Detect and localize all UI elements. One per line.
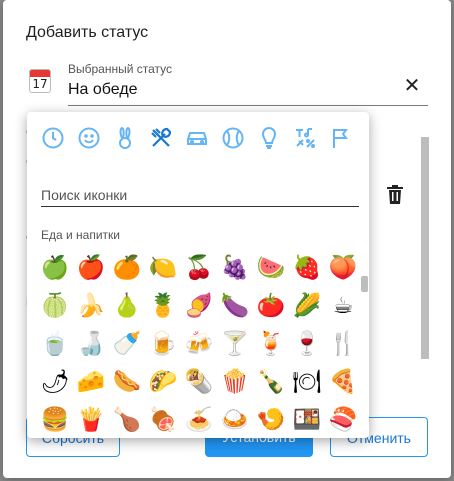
grapes-emoji[interactable]: 🍇 [217,249,253,287]
dialog-scrollbar[interactable] [421,137,429,359]
clock-icon[interactable] [41,126,65,150]
emoji-row: 🌶 🧀 🌭 🌮 🌯 🍿 🍾 🍽 🍕 [37,363,361,401]
plate-cutlery-emoji[interactable]: 🍽 [289,363,325,401]
cocktail-emoji[interactable]: 🍸 [217,325,253,363]
popcorn-emoji[interactable]: 🍿 [217,363,253,401]
strawberry-emoji[interactable]: 🍓 [289,249,325,287]
taco-emoji[interactable]: 🌮 [145,363,181,401]
icon-search-input[interactable] [41,183,359,207]
eggplant-emoji[interactable]: 🍆 [217,287,253,325]
burrito-emoji[interactable]: 🌯 [181,363,217,401]
hot-dog-emoji[interactable]: 🌭 [109,363,145,401]
pineapple-emoji[interactable]: 🍍 [145,287,181,325]
clear-status-button[interactable]: ✕ [402,74,422,96]
tangerine-emoji[interactable]: 🍊 [109,249,145,287]
status-field-label: Выбранный статус [68,62,173,76]
bento-emoji[interactable]: 🍱 [289,401,325,438]
sake-emoji[interactable]: 🍶 [73,325,109,363]
fork-knife-icon[interactable] [149,126,173,150]
pear-emoji[interactable]: 🍐 [109,287,145,325]
emoji-row: 🍏 🍎 🍊 🍋 🍒 🍇 🍉 🍓 🍑 [37,249,361,287]
calendar-day: 17 [32,77,48,91]
category-bar [27,122,369,154]
curry-emoji[interactable]: 🍛 [217,401,253,438]
sweet-potato-emoji[interactable]: 🍠 [181,287,217,325]
watermelon-emoji[interactable]: 🍉 [253,249,289,287]
fork-knife-emoji[interactable]: 🍴 [325,325,361,363]
emoji-row: 🍔 🍟 🍗 🍖 🍝 🍛 🍤 🍱 🍣 [37,401,361,438]
emoji-grid: 🍏 🍎 🍊 🍋 🍒 🍇 🍉 🍓 🍑 🍈 🍌 🍐 🍍 🍠 🍆 🍅 🌽 ☕ 🍵 🍶 … [37,249,361,438]
green-apple-emoji[interactable]: 🍏 [37,249,73,287]
meat-bone-emoji[interactable]: 🍖 [145,401,181,438]
corn-emoji[interactable]: 🌽 [289,287,325,325]
flag-icon[interactable] [329,126,353,150]
tomato-emoji[interactable]: 🍅 [253,287,289,325]
category-section-title: Еда и напитки [41,228,121,242]
beer-emoji[interactable]: 🍺 [145,325,181,363]
baby-bottle-emoji[interactable]: 🍼 [109,325,145,363]
smiley-icon[interactable] [77,126,101,150]
sushi-emoji[interactable]: 🍣 [325,401,361,438]
calendar-icon[interactable]: 17 [29,69,51,93]
dialog-title: Добавить статус [26,24,149,41]
wine-glass-emoji[interactable]: 🍷 [289,325,325,363]
rabbit-icon[interactable] [113,126,137,150]
symbols-icon[interactable] [293,126,317,150]
emoji-row: 🍵 🍶 🍼 🍺 🍻 🍸 🍹 🍷 🍴 [37,325,361,363]
poultry-leg-emoji[interactable]: 🍗 [109,401,145,438]
fries-emoji[interactable]: 🍟 [73,401,109,438]
car-icon[interactable] [185,126,209,150]
hot-beverage-emoji[interactable]: ☕ [325,287,361,325]
status-field-value[interactable]: На обеде [68,81,138,99]
cheese-emoji[interactable]: 🧀 [73,363,109,401]
tropical-drink-emoji[interactable]: 🍹 [253,325,289,363]
emoji-row: 🍈 🍌 🍐 🍍 🍠 🍆 🍅 🌽 ☕ [37,287,361,325]
trash-icon[interactable] [387,185,403,204]
tea-emoji[interactable]: 🍵 [37,325,73,363]
fried-shrimp-emoji[interactable]: 🍤 [253,401,289,438]
spaghetti-emoji[interactable]: 🍝 [181,401,217,438]
picker-scrollbar-thumb[interactable] [361,276,368,292]
emoji-picker: Еда и напитки 🍏 🍎 🍊 🍋 🍒 🍇 🍉 🍓 🍑 🍈 🍌 🍐 🍍 … [27,112,369,438]
lemon-emoji[interactable]: 🍋 [145,249,181,287]
melon-emoji[interactable]: 🍈 [37,287,73,325]
peach-emoji[interactable]: 🍑 [325,249,361,287]
cherries-emoji[interactable]: 🍒 [181,249,217,287]
red-apple-emoji[interactable]: 🍎 [73,249,109,287]
lightbulb-icon[interactable] [257,126,281,150]
ball-icon[interactable] [221,126,245,150]
champagne-emoji[interactable]: 🍾 [253,363,289,401]
pizza-emoji[interactable]: 🍕 [325,363,361,401]
status-field-underline [68,105,428,106]
hamburger-emoji[interactable]: 🍔 [37,401,73,438]
beers-emoji[interactable]: 🍻 [181,325,217,363]
hot-pepper-emoji[interactable]: 🌶 [37,363,73,401]
banana-emoji[interactable]: 🍌 [73,287,109,325]
